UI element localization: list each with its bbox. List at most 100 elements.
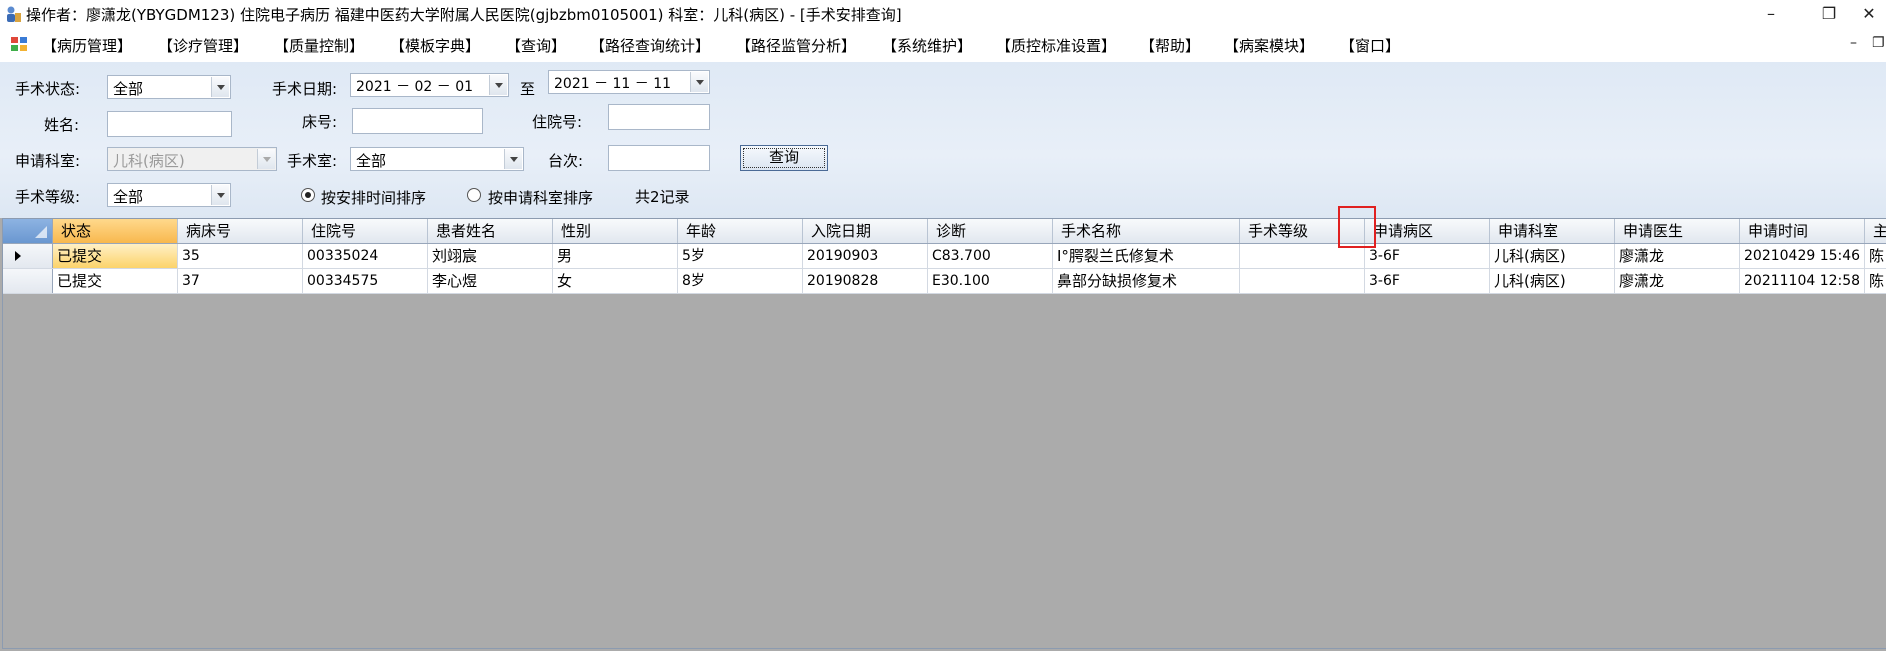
date-to-label: 至 [520,80,536,98]
cell-main[interactable]: 陈 [1865,269,1886,293]
restore-button[interactable]: ❐ [1806,0,1852,28]
table-row[interactable]: 已提交 35 00335024 刘翊宸 男 5岁 20190903 C83.70… [3,244,1886,269]
close-button[interactable]: ✕ [1852,0,1886,28]
select-all-corner[interactable] [3,219,53,243]
inpatient-label: 住院号: [532,113,583,131]
cell-inpatient-no[interactable]: 00334575 [303,269,428,293]
name-label: 姓名: [44,116,80,134]
chevron-down-icon[interactable] [504,149,522,169]
name-input[interactable] [107,111,232,137]
cell-doctor[interactable]: 廖潇龙 [1615,244,1740,268]
chevron-down-icon[interactable] [211,77,229,97]
highlight-box [1338,206,1376,248]
cell-ward[interactable]: 3-6F [1365,269,1490,293]
inpatient-input[interactable] [608,104,710,130]
cell-age[interactable]: 5岁 [678,244,803,268]
menu-query[interactable]: 【查询】 [506,35,566,56]
menu-case-module[interactable]: 【病案模块】 [1224,35,1314,56]
sort-by-time-radio[interactable] [301,188,315,202]
col-admit-date[interactable]: 入院日期 [803,219,928,243]
level-label: 手术等级: [15,188,81,206]
sort-by-time-label[interactable]: 按安排时间排序 [321,187,426,208]
cell-request-time[interactable]: 20210429 15:46 [1740,244,1865,268]
col-main[interactable]: 主 [1865,219,1886,243]
col-surgery-name[interactable]: 手术名称 [1053,219,1240,243]
cell-inpatient-no[interactable]: 00335024 [303,244,428,268]
col-doctor[interactable]: 申请医生 [1615,219,1740,243]
cell-ward[interactable]: 3-6F [1365,244,1490,268]
menu-quality-control[interactable]: 【质量控制】 [274,35,364,56]
bed-input[interactable] [352,108,483,134]
col-ward[interactable]: 申请病区 [1365,219,1490,243]
date-to-picker[interactable]: 2021 － 11 － 11 [548,70,710,94]
cell-diagnosis[interactable]: C83.700 [928,244,1053,268]
status-label: 手术状态: [15,80,81,98]
cell-surgery-name[interactable]: 鼻部分缺损修复术 [1053,269,1240,293]
room-label: 手术室: [287,152,338,170]
chevron-down-icon[interactable] [489,75,507,95]
mdi-window-icon[interactable] [10,36,28,52]
chevron-down-icon [257,149,275,169]
cell-dept[interactable]: 儿科(病区) [1490,269,1615,293]
cell-patient-name[interactable]: 刘翊宸 [428,244,553,268]
cell-status[interactable]: 已提交 [53,269,178,293]
menu-window[interactable]: 【窗口】 [1340,35,1400,56]
cell-status[interactable]: 已提交 [53,244,178,268]
col-inpatient-no[interactable]: 住院号 [303,219,428,243]
col-diagnosis[interactable]: 诊断 [928,219,1053,243]
cell-gender[interactable]: 男 [553,244,678,268]
chevron-down-icon[interactable] [690,72,708,92]
cell-patient-name[interactable]: 李心煜 [428,269,553,293]
col-request-time[interactable]: 申请时间 [1740,219,1865,243]
cell-doctor[interactable]: 廖潇龙 [1615,269,1740,293]
cell-admit-date[interactable]: 20190903 [803,244,928,268]
app-icon [7,6,21,22]
cell-surgery-name[interactable]: Ⅰ°腭裂兰氏修复术 [1053,244,1240,268]
room-select[interactable]: 全部 [350,147,524,171]
record-count: 共2记录 [635,188,690,206]
status-select[interactable]: 全部 [107,75,231,99]
table-row[interactable]: 已提交 37 00334575 李心煜 女 8岁 20190828 E30.10… [3,269,1886,294]
col-patient-name[interactable]: 患者姓名 [428,219,553,243]
minimize-button[interactable]: – [1748,0,1794,28]
cell-gender[interactable]: 女 [553,269,678,293]
cell-dept[interactable]: 儿科(病区) [1490,244,1615,268]
level-select[interactable]: 全部 [107,183,231,207]
menu-template-dictionary[interactable]: 【模板字典】 [390,35,480,56]
row-header[interactable] [3,269,53,293]
chevron-down-icon[interactable] [211,185,229,205]
mdi-restore-button[interactable]: ❐ [1872,35,1885,51]
col-age[interactable]: 年龄 [678,219,803,243]
cell-main[interactable]: 陈 [1865,244,1886,268]
sort-by-dept-label[interactable]: 按申请科室排序 [488,187,593,208]
cell-bed[interactable]: 35 [178,244,303,268]
menu-medical-records[interactable]: 【病历管理】 [42,35,132,56]
menu-help[interactable]: 【帮助】 [1140,35,1200,56]
date-from-picker[interactable]: 2021 － 02 － 01 [350,73,509,97]
table-input[interactable] [608,145,710,171]
menu-qc-standards[interactable]: 【质控标准设置】 [996,35,1116,56]
menu-system-maintenance[interactable]: 【系统维护】 [882,35,972,56]
cell-request-time[interactable]: 20211104 12:58 [1740,269,1865,293]
cell-admit-date[interactable]: 20190828 [803,269,928,293]
menu-path-supervision[interactable]: 【路径监管分析】 [736,35,856,56]
cell-diagnosis[interactable]: E30.100 [928,269,1053,293]
menu-bar: 【病历管理】 【诊疗管理】 【质量控制】 【模板字典】 【查询】 【路径查询统计… [0,30,1886,60]
col-dept[interactable]: 申请科室 [1490,219,1615,243]
sort-by-dept-radio[interactable] [467,188,481,202]
col-status[interactable]: 状态 [53,219,178,243]
menu-path-statistics[interactable]: 【路径查询统计】 [590,35,710,56]
date-label: 手术日期: [272,80,338,98]
cell-age[interactable]: 8岁 [678,269,803,293]
current-row-indicator-icon[interactable] [3,244,53,268]
surgery-schedule-grid: 状态 病床号 住院号 患者姓名 性别 年龄 入院日期 诊断 手术名称 手术等级 … [0,218,1886,651]
query-button[interactable]: 查询 [740,145,828,171]
col-bed[interactable]: 病床号 [178,219,303,243]
mdi-minimize-button[interactable]: – [1850,35,1857,51]
menu-diagnosis[interactable]: 【诊疗管理】 [158,35,248,56]
window-title: 操作者：廖潇龙(YBYGDM123) 住院电子病历 福建中医药大学附属人民医院(… [26,6,902,24]
bed-label: 床号: [302,113,338,131]
cell-surgery-level[interactable] [1240,269,1365,293]
cell-bed[interactable]: 37 [178,269,303,293]
col-gender[interactable]: 性别 [553,219,678,243]
